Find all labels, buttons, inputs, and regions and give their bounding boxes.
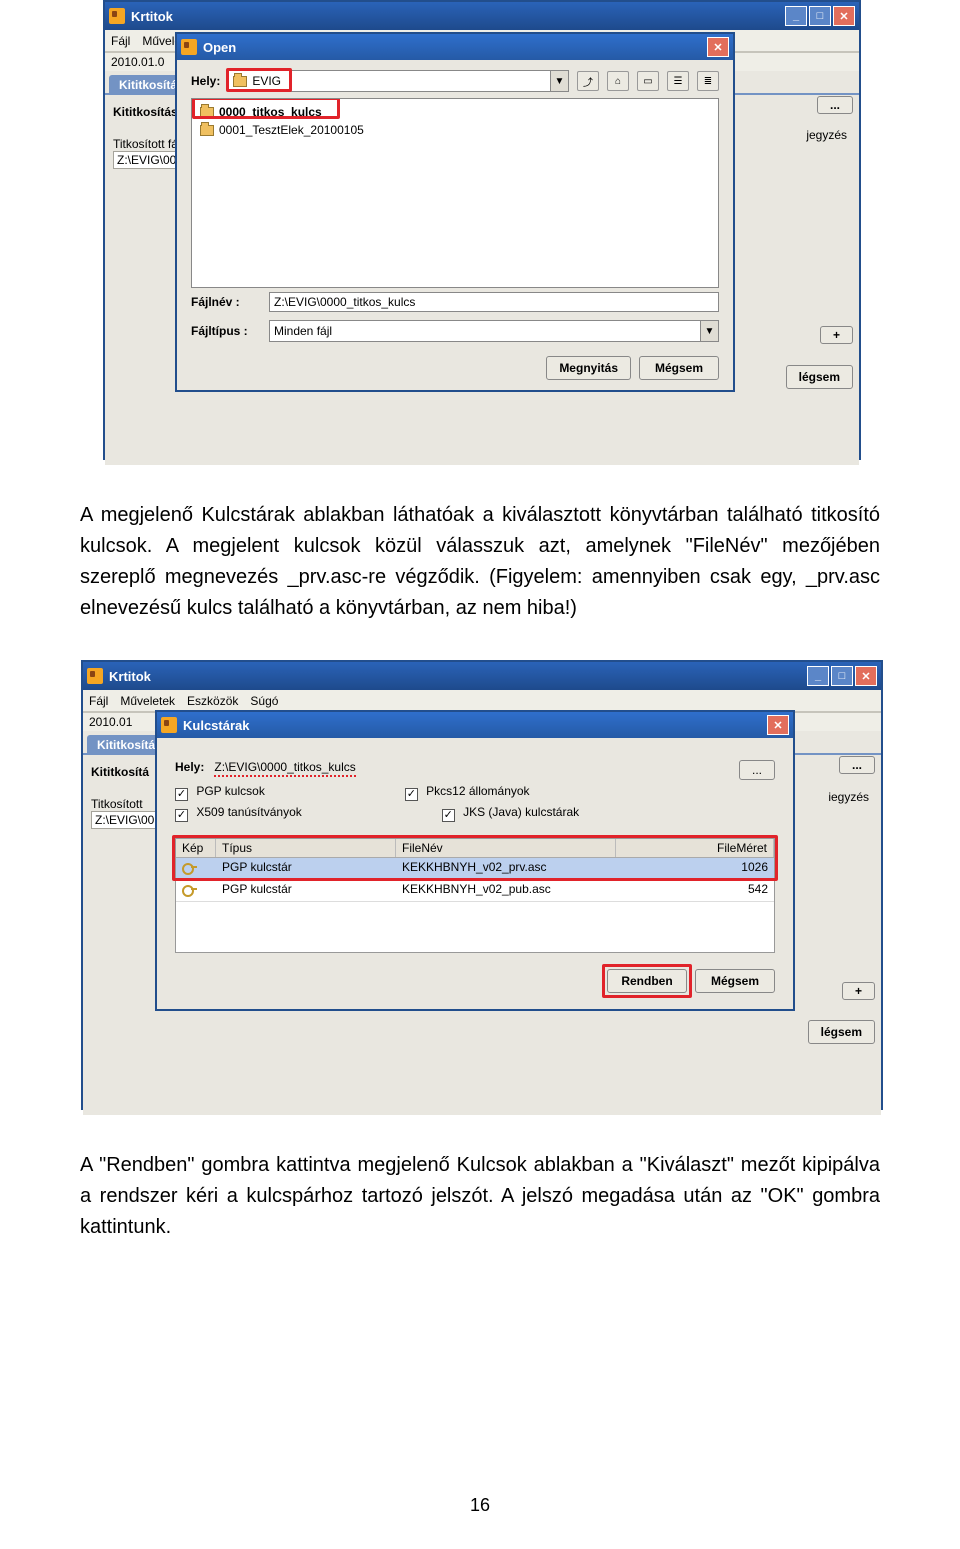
window-title: Krtitok — [109, 669, 151, 684]
browse-button-right-1[interactable]: ... — [817, 96, 853, 114]
add-button-right-2[interactable]: + — [842, 982, 875, 1000]
cancel-button-right-2[interactable]: légsem — [808, 1020, 875, 1044]
close-button[interactable]: ✕ — [833, 6, 855, 26]
filetype-combo[interactable]: Minden fájl ▼ — [269, 320, 719, 342]
paragraph-1: A megjelenő Kulcstárak ablakban láthatóa… — [80, 500, 880, 624]
key-icon — [182, 882, 196, 896]
open-location-row: Hely: EVIG ▼ ⤴ ⌂ ▭ ☰ ≣ — [177, 60, 733, 98]
titlebar-1[interactable]: Krtitok _ □ ✕ — [105, 2, 859, 30]
maximize-button[interactable]: □ — [809, 6, 831, 26]
open-dialog: Open ✕ Hely: EVIG ▼ ⤴ ⌂ ▭ ☰ ≣ 0000_titko… — [175, 32, 735, 392]
location-label-2: Hely: — [175, 760, 204, 774]
checkbox-pgp[interactable]: ✓ — [175, 788, 188, 801]
note-col-label-2: iegyzés — [828, 790, 869, 804]
dialog-close-button[interactable]: ✕ — [707, 37, 729, 57]
page-number: 16 — [0, 1495, 960, 1516]
minimize-button[interactable]: _ — [807, 666, 829, 686]
highlight-table-row — [172, 835, 778, 881]
file-item-1[interactable]: 0001_TesztElek_20100105 — [196, 121, 714, 139]
file-name: 0001_TesztElek_20100105 — [219, 123, 364, 137]
menu-file[interactable]: Fájl — [111, 34, 130, 48]
checkbox-jks[interactable]: ✓ — [442, 809, 455, 822]
cancel-button[interactable]: Mégsem — [639, 356, 719, 380]
filetype-label: Fájltípus : — [191, 324, 261, 338]
java-icon — [87, 668, 103, 684]
minimize-button[interactable]: _ — [785, 6, 807, 26]
filetype-row: Fájltípus : Minden fájl ▼ — [177, 316, 733, 346]
kulcstarak-title[interactable]: Kulcstárak ✕ — [157, 712, 793, 738]
filename-label: Fájlnév : — [191, 295, 261, 309]
paragraph-2: A "Rendben" gombra kattintva megjelenő K… — [80, 1150, 880, 1243]
dialog-title-text: Open — [203, 40, 236, 55]
home-button[interactable]: ⌂ — [607, 71, 629, 91]
filename-input[interactable]: Z:\EVIG\0000_titkos_kulcs — [269, 292, 719, 312]
maximize-button[interactable]: □ — [831, 666, 853, 686]
chk-label-pgp: PGP kulcsok — [196, 784, 264, 798]
cancel-button-2[interactable]: Mégsem — [695, 969, 775, 993]
menu-tools[interactable]: Eszközök — [187, 694, 238, 708]
cell-file-1: KEKKHBNYH_v02_pub.asc — [396, 880, 616, 901]
up-folder-button[interactable]: ⤴ — [577, 71, 599, 91]
kulcstarak-dialog: Kulcstárak ✕ Hely: Z:\EVIG\0000_titkos_k… — [155, 710, 795, 1011]
open-button[interactable]: Megnyitás — [546, 356, 631, 380]
location-label: Hely: — [191, 74, 220, 88]
new-folder-button[interactable]: ▭ — [637, 71, 659, 91]
add-button-right-1[interactable]: + — [820, 326, 853, 344]
window-title: Krtitok — [131, 9, 173, 24]
browse-button-2[interactable]: ... — [739, 760, 775, 780]
highlight-ok-button — [602, 964, 692, 998]
cell-tipus-1: PGP kulcstár — [216, 880, 396, 901]
java-icon — [181, 39, 197, 55]
folder-icon — [200, 125, 214, 136]
chk-label-pkcs12: Pkcs12 állományok — [426, 784, 529, 798]
location-combo[interactable]: EVIG ▼ — [228, 70, 569, 92]
menu-ops[interactable]: Műveletek — [120, 694, 175, 708]
titlebar-2[interactable]: Krtitok _ □ ✕ — [83, 662, 881, 690]
list-view-button[interactable]: ☰ — [667, 71, 689, 91]
dialog-close-button[interactable]: ✕ — [767, 715, 789, 735]
chk-label-jks: JKS (Java) kulcstárak — [463, 805, 579, 819]
menu-file[interactable]: Fájl — [89, 694, 108, 708]
menu-help[interactable]: Súgó — [250, 694, 278, 708]
chevron-down-icon[interactable]: ▼ — [550, 71, 568, 91]
cancel-button-right-1[interactable]: légsem — [786, 365, 853, 389]
highlight-location — [226, 68, 292, 92]
location-row-2: Hely: Z:\EVIG\0000_titkos_kulcs ... — [175, 760, 775, 774]
checkbox-pkcs12[interactable]: ✓ — [405, 788, 418, 801]
note-col-label: jegyzés — [806, 128, 847, 142]
close-button[interactable]: ✕ — [855, 666, 877, 686]
detail-view-button[interactable]: ≣ — [697, 71, 719, 91]
cell-size-1: 542 — [616, 880, 774, 901]
menubar-2: Fájl Műveletek Eszközök Súgó — [83, 690, 881, 712]
browse-button-right-2[interactable]: ... — [839, 756, 875, 774]
open-file-list[interactable]: 0000_titkos_kulcs 0001_TesztElek_2010010… — [191, 98, 719, 288]
java-icon — [109, 8, 125, 24]
table-row-pub[interactable]: PGP kulcstár KEKKHBNYH_v02_pub.asc 542 — [176, 880, 774, 902]
chevron-down-icon[interactable]: ▼ — [700, 321, 718, 341]
dialog-title-text: Kulcstárak — [183, 718, 249, 733]
chk-label-x509: X509 tanúsítványok — [196, 805, 301, 819]
location-value-2: Z:\EVIG\0000_titkos_kulcs — [214, 760, 355, 777]
open-dialog-title[interactable]: Open ✕ — [177, 34, 733, 60]
java-icon — [161, 717, 177, 733]
highlight-file — [192, 98, 340, 119]
filename-value: Z:\EVIG\0000_titkos_kulcs — [274, 295, 415, 309]
keystore-table: Kép Típus FileNév FileMéret PGP kulcstár… — [175, 838, 775, 953]
checkbox-x509[interactable]: ✓ — [175, 809, 188, 822]
filetype-value: Minden fájl — [274, 324, 332, 338]
filename-row: Fájlnév : Z:\EVIG\0000_titkos_kulcs — [177, 288, 733, 316]
